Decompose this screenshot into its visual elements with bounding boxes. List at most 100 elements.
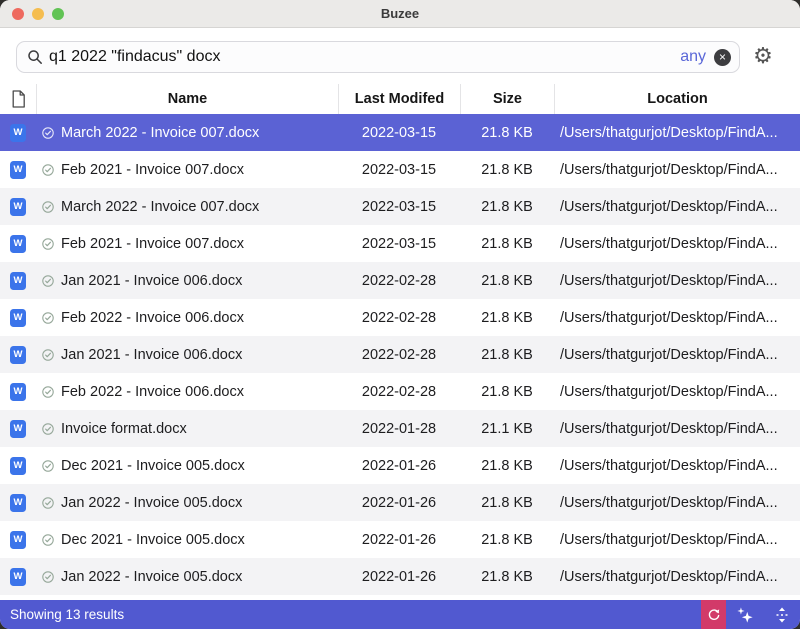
file-size-cell: 21.8 KB [460,484,554,521]
modified-date-cell: 2022-03-15 [338,188,460,225]
check-circle-icon [42,201,54,213]
file-size-cell: 21.8 KB [460,262,554,299]
file-name-cell: Dec 2021 - Invoice 005.docx [36,521,338,558]
settings-gear-icon[interactable]: ⚙ [740,46,786,68]
search-row: any × ⚙ [0,28,800,84]
file-name-cell: Feb 2022 - Invoice 006.docx [36,373,338,410]
file-name: Feb 2022 - Invoice 006.docx [61,310,244,326]
table-row[interactable]: W Jan 2021 - Invoice 006.docx 2022-02-28… [0,262,800,299]
table-row[interactable]: W Feb 2021 - Invoice 007.docx 2022-03-15… [0,225,800,262]
modified-date-cell: 2022-01-28 [338,410,460,447]
check-circle-icon [42,386,54,398]
word-file-icon: W [10,568,26,586]
file-location-cell: /Users/thatgurjot/Desktop/FindA... [554,447,800,484]
column-header-filetype[interactable] [0,84,36,114]
title-bar: Buzee [0,0,800,28]
file-size-cell: 21.8 KB [460,558,554,595]
table-row[interactable]: W Jan 2022 - Invoice 005.docx 2022-01-26… [0,558,800,595]
minimize-window-button[interactable] [32,8,44,20]
file-name-cell: Feb 2021 - Invoice 007.docx [36,151,338,188]
search-scope-selector[interactable]: any [680,48,706,66]
file-name: Jan 2022 - Invoice 005.docx [61,569,242,585]
file-name: Invoice format.docx [61,421,187,437]
file-type-cell: W [0,521,36,558]
word-file-icon: W [10,198,26,216]
table-row[interactable]: W Jan 2021 - Invoice 006.docx 2022-02-28… [0,336,800,373]
column-header-location[interactable]: Location [554,84,800,114]
column-header-size[interactable]: Size [460,84,554,114]
table-header: Name Last Modifed Size Location [0,84,800,114]
modified-date-cell: 2022-01-26 [338,484,460,521]
file-name: March 2022 - Invoice 007.docx [61,199,259,215]
modified-date-cell: 2022-02-28 [338,262,460,299]
table-row[interactable]: W Feb 2022 - Invoice 006.docx 2022-02-28… [0,373,800,410]
modified-date-cell: 2022-01-26 [338,558,460,595]
check-circle-icon [42,460,54,472]
word-file-icon: W [10,235,26,253]
traffic-lights [12,8,64,20]
table-row[interactable]: W Dec 2021 - Invoice 005.docx 2022-01-26… [0,447,800,484]
file-type-cell: W [0,410,36,447]
file-location-cell: /Users/thatgurjot/Desktop/FindA... [554,410,800,447]
word-file-icon: W [10,161,26,179]
column-header-modified[interactable]: Last Modifed [338,84,460,114]
refresh-button[interactable] [701,600,726,629]
modified-date-cell: 2022-03-15 [338,114,460,151]
search-input[interactable] [43,48,680,66]
file-size-cell: 21.8 KB [460,447,554,484]
file-location-cell: /Users/thatgurjot/Desktop/FindA... [554,336,800,373]
file-name-cell: Jan 2021 - Invoice 006.docx [36,336,338,373]
file-name-cell: Feb 2021 - Invoice 007.docx [36,225,338,262]
file-type-cell: W [0,225,36,262]
file-location-cell: /Users/thatgurjot/Desktop/FindA... [554,151,800,188]
column-header-name[interactable]: Name [36,84,338,114]
check-circle-icon [42,275,54,287]
file-size-cell: 21.1 KB [460,410,554,447]
word-file-icon: W [10,272,26,290]
file-size-cell: 21.8 KB [460,114,554,151]
table-row[interactable]: W Jan 2022 - Invoice 005.docx 2022-01-26… [0,484,800,521]
table-row[interactable]: W March 2022 - Invoice 007.docx 2022-03-… [0,114,800,151]
file-location-cell: /Users/thatgurjot/Desktop/FindA... [554,484,800,521]
vertical-arrows-icon [775,607,789,623]
word-file-icon: W [10,531,26,549]
file-size-cell: 21.8 KB [460,336,554,373]
file-size-cell: 21.8 KB [460,521,554,558]
window-title: Buzee [0,6,800,21]
file-location-cell: /Users/thatgurjot/Desktop/FindA... [554,225,800,262]
check-circle-icon [42,534,54,546]
table-row[interactable]: W March 2022 - Invoice 007.docx 2022-03-… [0,188,800,225]
results-count-text: Showing 13 results [0,607,701,622]
file-name: Jan 2021 - Invoice 006.docx [61,273,242,289]
modified-date-cell: 2022-02-28 [338,373,460,410]
file-location-cell: /Users/thatgurjot/Desktop/FindA... [554,299,800,336]
file-type-cell: W [0,262,36,299]
file-type-cell: W [0,484,36,521]
file-type-cell: W [0,336,36,373]
search-icon [27,49,43,65]
modified-date-cell: 2022-02-28 [338,336,460,373]
expand-collapse-button[interactable] [763,600,800,629]
sparkles-icon [736,606,754,624]
table-row[interactable]: W Invoice format.docx 2022-01-28 21.1 KB… [0,410,800,447]
check-circle-icon [42,312,54,324]
table-row[interactable]: W Dec 2021 - Invoice 005.docx 2022-01-26… [0,521,800,558]
check-circle-icon [42,127,54,139]
file-name: Feb 2021 - Invoice 007.docx [61,236,244,252]
table-row[interactable]: W Feb 2021 - Invoice 007.docx 2022-03-15… [0,151,800,188]
file-size-cell: 21.8 KB [460,299,554,336]
word-file-icon: W [10,420,26,438]
table-row[interactable]: W Feb 2022 - Invoice 006.docx 2022-02-28… [0,299,800,336]
clear-search-button[interactable]: × [714,49,731,66]
modified-date-cell: 2022-03-15 [338,151,460,188]
word-file-icon: W [10,346,26,364]
app-window: Buzee any × ⚙ Name La [0,0,800,629]
file-name: Jan 2021 - Invoice 006.docx [61,347,242,363]
close-window-button[interactable] [12,8,24,20]
zoom-window-button[interactable] [52,8,64,20]
file-location-cell: /Users/thatgurjot/Desktop/FindA... [554,188,800,225]
file-size-cell: 21.8 KB [460,373,554,410]
search-box[interactable]: any × [16,41,740,73]
word-file-icon: W [10,309,26,327]
ai-sparkles-button[interactable] [726,600,763,629]
